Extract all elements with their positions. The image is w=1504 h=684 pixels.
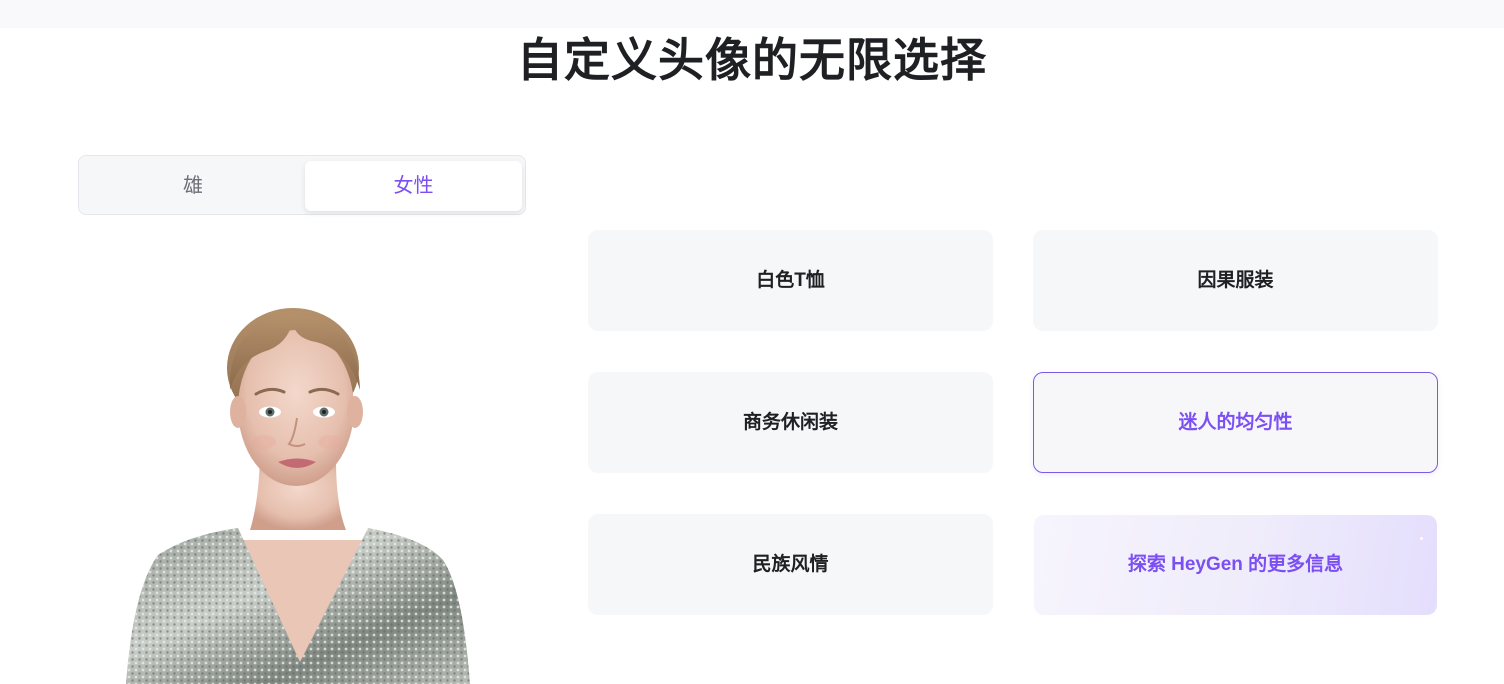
gender-option-female[interactable]: 女性 (305, 161, 522, 211)
page-title: 自定义头像的无限选择 (517, 34, 987, 86)
avatar-woman-image (126, 308, 470, 684)
style-card-ethnic[interactable]: 民族风情 (588, 514, 993, 615)
style-card-business-casual[interactable]: 商务休闲装 (588, 372, 993, 473)
gender-option-male[interactable]: 雄 (83, 161, 303, 211)
style-card-glamour[interactable]: 迷人的均匀性 (1033, 372, 1438, 473)
style-card-casual-wear[interactable]: 因果服装 (1033, 230, 1438, 331)
explore-more-card[interactable]: 探索 HeyGen 的更多信息 (1034, 515, 1437, 615)
style-card-white-tshirt[interactable]: 白色T恤 (588, 230, 993, 331)
gender-toggle: 雄 女性 (78, 155, 526, 215)
sparkle-icon (1420, 537, 1423, 540)
top-strip (0, 0, 1504, 28)
avatar-preview (78, 290, 518, 684)
explore-more-label: 探索 HeyGen 的更多信息 (1127, 554, 1344, 575)
